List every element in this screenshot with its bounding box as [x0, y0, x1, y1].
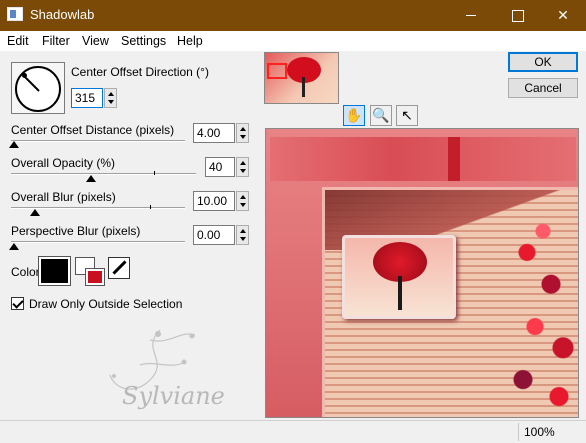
preview-wall — [270, 137, 576, 181]
dial-knob — [22, 73, 27, 78]
pointer-tool-icon[interactable]: ↖ — [396, 105, 418, 126]
preview-framed-picture — [342, 235, 456, 319]
overall-blur-input[interactable]: 10.00 — [193, 191, 235, 211]
opacity-thumb[interactable] — [86, 175, 96, 182]
hearts-decoration — [503, 210, 578, 417]
opacity-spinner[interactable] — [236, 157, 249, 177]
zoom-level: 100% — [524, 425, 555, 439]
overall-blur-spinner[interactable] — [236, 191, 249, 211]
offset-distance-track[interactable] — [11, 140, 185, 142]
direction-spinner[interactable] — [104, 88, 117, 108]
thumbnail-viewport-rect[interactable] — [267, 63, 287, 79]
preview-stripe — [448, 137, 460, 181]
ok-button[interactable]: OK — [508, 52, 578, 72]
offset-distance-spinner[interactable] — [236, 123, 249, 143]
tree-trunk — [398, 276, 402, 310]
perspective-blur-input[interactable]: 0.00 — [193, 225, 235, 245]
perspective-blur-thumb[interactable] — [9, 243, 19, 250]
menu-filter[interactable]: Filter — [42, 34, 70, 48]
offset-distance-input[interactable]: 4.00 — [193, 123, 235, 143]
menu-settings[interactable]: Settings — [121, 34, 166, 48]
app-icon — [7, 7, 23, 21]
preview-image-area — [322, 187, 578, 417]
menu-view[interactable]: View — [82, 34, 109, 48]
menu-edit[interactable]: Edit — [7, 34, 29, 48]
direction-label: Center Offset Direction (°) — [71, 65, 209, 79]
foreground-color-box — [85, 268, 105, 286]
zoom-tool-icon[interactable]: 🔍 — [370, 105, 392, 126]
perspective-blur-label: Perspective Blur (pixels) — [11, 224, 141, 238]
primary-color-swatch[interactable] — [38, 256, 71, 286]
window-title: Shadowlab — [30, 7, 95, 22]
opacity-track[interactable] — [11, 173, 196, 175]
opacity-label: Overall Opacity (%) — [11, 156, 116, 170]
status-bar — [0, 420, 586, 443]
overall-blur-label: Overall Blur (pixels) — [11, 190, 116, 204]
maximize-button[interactable] — [494, 0, 540, 31]
menu-help[interactable]: Help — [177, 34, 203, 48]
eyedropper-icon[interactable] — [108, 257, 130, 279]
cancel-button[interactable]: Cancel — [508, 78, 578, 98]
direction-dial[interactable] — [11, 62, 65, 114]
draw-outside-label: Draw Only Outside Selection — [29, 297, 183, 311]
offset-distance-thumb[interactable] — [9, 141, 19, 148]
status-separator — [518, 423, 519, 441]
perspective-blur-track[interactable] — [11, 241, 185, 243]
draw-outside-checkbox[interactable] — [11, 297, 24, 310]
thumbnail-trunk — [302, 77, 305, 97]
color-label: Color — [11, 265, 40, 279]
overall-blur-tick — [150, 205, 151, 209]
watermark-signature: Sylviane — [122, 382, 225, 410]
perspective-blur-spinner[interactable] — [236, 225, 249, 245]
preview-canvas[interactable] — [265, 128, 579, 418]
navigator-thumbnail[interactable] — [264, 52, 339, 104]
overall-blur-thumb[interactable] — [30, 209, 40, 216]
hand-tool-icon[interactable]: ✋ — [343, 105, 365, 126]
opacity-input[interactable]: 40 — [205, 157, 235, 177]
watermark: Sylviane — [100, 320, 260, 420]
minimize-button[interactable] — [448, 0, 494, 31]
direction-input[interactable]: 315 — [71, 88, 103, 108]
menu-bar: Edit Filter View Settings Help — [0, 31, 586, 51]
close-button[interactable]: ✕ — [540, 0, 586, 31]
opacity-tick — [154, 171, 155, 175]
offset-distance-label: Center Offset Distance (pixels) — [11, 123, 175, 137]
dial-circle — [15, 66, 61, 112]
secondary-color-swatch[interactable] — [75, 257, 105, 286]
